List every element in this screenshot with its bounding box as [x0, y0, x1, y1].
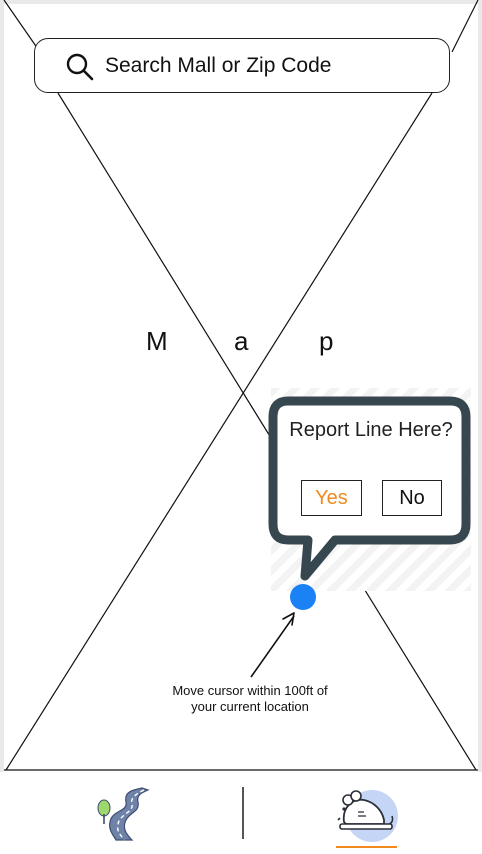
- bottom-tab-bar: [0, 772, 482, 854]
- current-location-marker[interactable]: [290, 584, 316, 610]
- no-button[interactable]: No: [382, 480, 442, 516]
- report-popup-title: Report Line Here?: [289, 419, 453, 441]
- screen-frame: M a p Search Mall or Zip Code Report Lin…: [0, 0, 482, 854]
- yes-button[interactable]: Yes: [301, 480, 362, 516]
- tab-selected-indicator: [336, 846, 397, 848]
- tab-divider: [242, 787, 244, 839]
- mouse-icon[interactable]: [334, 782, 398, 848]
- road-icon[interactable]: [92, 784, 150, 842]
- location-hint-text: Move cursor within 100ft of your current…: [172, 683, 328, 714]
